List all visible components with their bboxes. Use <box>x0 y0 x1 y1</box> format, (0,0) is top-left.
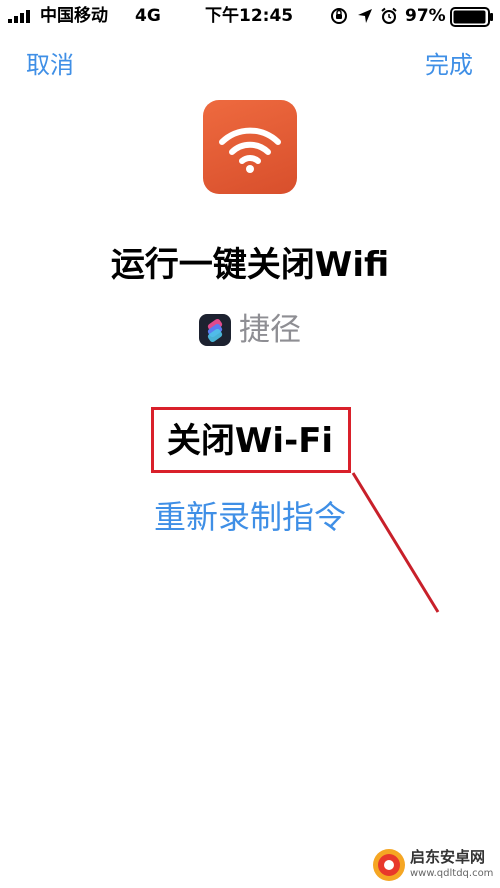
battery-percent: 97% <box>405 6 446 26</box>
location-arrow-icon <box>358 9 372 23</box>
signal-bars-icon <box>8 10 30 23</box>
carrier-name: 中国移动 <box>40 6 108 26</box>
shortcut-title: 运行一键关闭Wifi <box>110 245 390 285</box>
watermark: 启东安卓网 www.qdltdq.com <box>372 848 498 886</box>
battery-icon <box>450 7 493 27</box>
shortcut-icon-tile <box>203 100 297 194</box>
app-attribution: 捷径 <box>0 312 500 348</box>
done-button[interactable]: 完成 <box>425 49 473 81</box>
status-bar: 中国移动 4G 下午12:45 97% <box>0 0 500 34</box>
rerecord-button[interactable]: 重新录制指令 <box>0 496 500 538</box>
shortcuts-app-icon <box>199 314 231 346</box>
alarm-clock-icon <box>381 7 397 24</box>
watermark-url: www.qdltdq.com <box>410 868 494 879</box>
wifi-icon <box>219 127 281 173</box>
watermark-name: 启东安卓网 <box>410 848 486 866</box>
action-label: 关闭Wi-Fi <box>166 421 334 461</box>
network-type: 4G <box>135 6 161 26</box>
cancel-button[interactable]: 取消 <box>26 49 74 81</box>
orientation-lock-icon <box>331 8 347 24</box>
clock: 下午12:45 <box>205 6 294 26</box>
app-name: 捷径 <box>239 312 301 348</box>
watermark-logo-icon <box>373 849 405 881</box>
